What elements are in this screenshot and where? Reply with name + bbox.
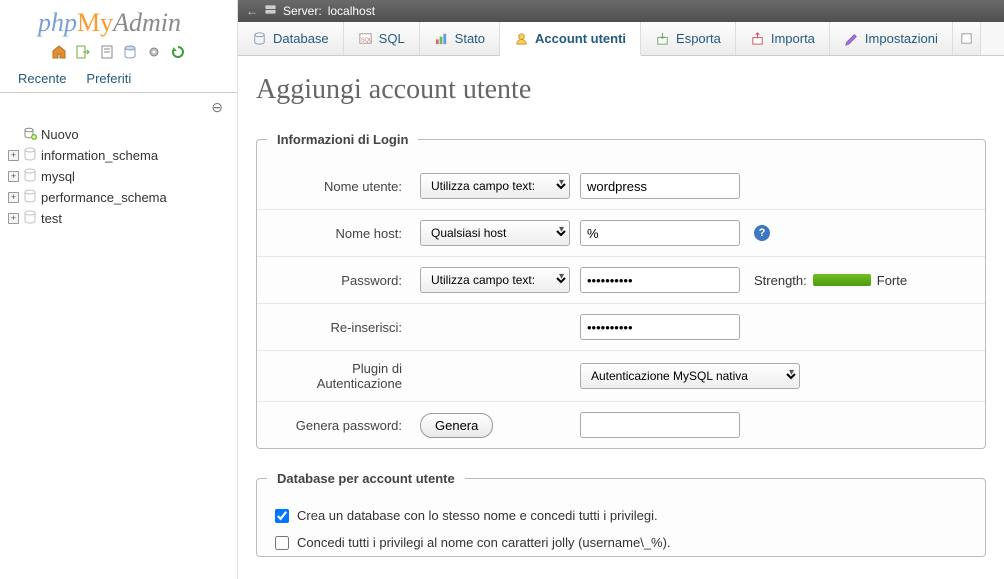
sidebar: phpMyAdmin Recente Preferiti ⊖ Nuovo (0, 0, 238, 579)
tree-db-item[interactable]: + test (8, 208, 229, 229)
tree-new-label: Nuovo (41, 127, 79, 142)
expander-icon[interactable]: + (8, 192, 19, 203)
tab-more[interactable] (953, 22, 981, 55)
fieldset-login-legend: Informazioni di Login (267, 130, 418, 149)
page-title: Aggiungi account utente (256, 74, 986, 106)
server-icon (264, 3, 277, 19)
gear-icon[interactable] (146, 44, 162, 63)
expander-icon[interactable]: + (8, 213, 19, 224)
label-retype: Re-inserisci: (275, 320, 420, 335)
tree-db-label: test (41, 211, 62, 226)
input-retype[interactable] (580, 314, 740, 340)
input-generated[interactable] (580, 412, 740, 438)
database-icon (23, 210, 37, 227)
topnav: Database SQL SQL Stato Account utenti Es… (238, 22, 1004, 56)
tree-db-label: performance_schema (41, 190, 167, 205)
tab-settings[interactable]: Impostazioni (830, 22, 953, 55)
row-username: Nome utente: Utilizza campo text: (257, 163, 985, 209)
tab-export[interactable]: Esporta (641, 22, 736, 55)
tab-users[interactable]: Account utenti (500, 22, 641, 56)
logo: phpMyAdmin (0, 0, 237, 42)
tree-db-label: information_schema (41, 148, 158, 163)
refresh-icon[interactable] (170, 44, 186, 63)
tree-db-item[interactable]: + mysql (8, 166, 229, 187)
checkbox-wildcard-label: Concedi tutti i privilegi al nome con ca… (297, 535, 671, 550)
checkbox-create-db-label: Crea un database con lo stesso nome e co… (297, 508, 658, 523)
row-retype: Re-inserisci: (257, 303, 985, 350)
row-generate: Genera password: Genera (257, 401, 985, 448)
sql-icon[interactable] (122, 44, 138, 63)
row-host: Nome host: Qualsiasi host ? (257, 209, 985, 256)
tab-sql[interactable]: SQL SQL (344, 22, 420, 55)
db-tree: Nuovo + information_schema + mysql + per… (0, 120, 237, 233)
generate-button[interactable]: Genera (420, 413, 493, 438)
select-username-mode[interactable]: Utilizza campo text: (420, 173, 570, 199)
label-auth: Plugin di Autenticazione (275, 361, 420, 391)
server-name: localhost (328, 4, 375, 18)
cb-row-wildcard: Concedi tutti i privilegi al nome con ca… (257, 529, 985, 556)
input-username[interactable] (580, 173, 740, 199)
select-auth[interactable]: Autenticazione MySQL nativa (580, 363, 800, 389)
row-password: Password: Utilizza campo text: Strength:… (257, 256, 985, 303)
arrow-icon: ← (246, 4, 258, 18)
fieldset-login: Informazioni di Login Nome utente: Utili… (256, 130, 986, 449)
tree-db-item[interactable]: + information_schema (8, 145, 229, 166)
strength-value: Forte (877, 273, 907, 288)
select-host-mode[interactable]: Qualsiasi host (420, 220, 570, 246)
exit-icon[interactable] (75, 44, 91, 63)
label-generate: Genera password: (275, 418, 420, 433)
tab-favorites[interactable]: Preferiti (76, 67, 141, 92)
svg-text:SQL: SQL (360, 37, 371, 43)
checkbox-create-db[interactable] (275, 509, 289, 523)
strength-bar (813, 274, 871, 286)
tree-db-label: mysql (41, 169, 75, 184)
cb-row-same-name: Crea un database con lo stesso nome e co… (257, 502, 985, 529)
row-auth: Plugin di Autenticazione Autenticazione … (257, 350, 985, 401)
server-label: Server: (283, 4, 322, 18)
expander-icon[interactable]: + (8, 171, 19, 182)
content: Aggiungi account utente Informazioni di … (238, 56, 1004, 579)
new-db-icon (23, 126, 37, 143)
database-icon (23, 168, 37, 185)
tab-status[interactable]: Stato (420, 22, 500, 55)
fieldset-db-legend: Database per account utente (267, 469, 465, 488)
tab-database[interactable]: Database (238, 22, 344, 55)
tree-new[interactable]: Nuovo (8, 124, 229, 145)
fieldset-db: Database per account utente Crea un data… (256, 469, 986, 557)
sidebar-icon-row (0, 42, 237, 67)
database-icon (23, 189, 37, 206)
tab-import[interactable]: Importa (736, 22, 830, 55)
label-password: Password: (275, 273, 420, 288)
label-host: Nome host: (275, 226, 420, 241)
label-username: Nome utente: (275, 179, 420, 194)
expander-icon[interactable]: + (8, 150, 19, 161)
link-icon[interactable]: ⊖ (0, 93, 237, 120)
server-bar: ← Server: localhost (238, 0, 1004, 22)
checkbox-wildcard[interactable] (275, 536, 289, 550)
strength-label: Strength: (754, 273, 807, 288)
tab-recent[interactable]: Recente (8, 67, 76, 92)
select-password-mode[interactable]: Utilizza campo text: (420, 267, 570, 293)
tree-db-item[interactable]: + performance_schema (8, 187, 229, 208)
docs-icon[interactable] (99, 44, 115, 63)
input-password[interactable] (580, 267, 740, 293)
home-icon[interactable] (51, 44, 67, 63)
help-icon[interactable]: ? (754, 225, 770, 241)
input-host[interactable] (580, 220, 740, 246)
sidebar-tabs: Recente Preferiti (0, 67, 237, 93)
database-icon (23, 147, 37, 164)
